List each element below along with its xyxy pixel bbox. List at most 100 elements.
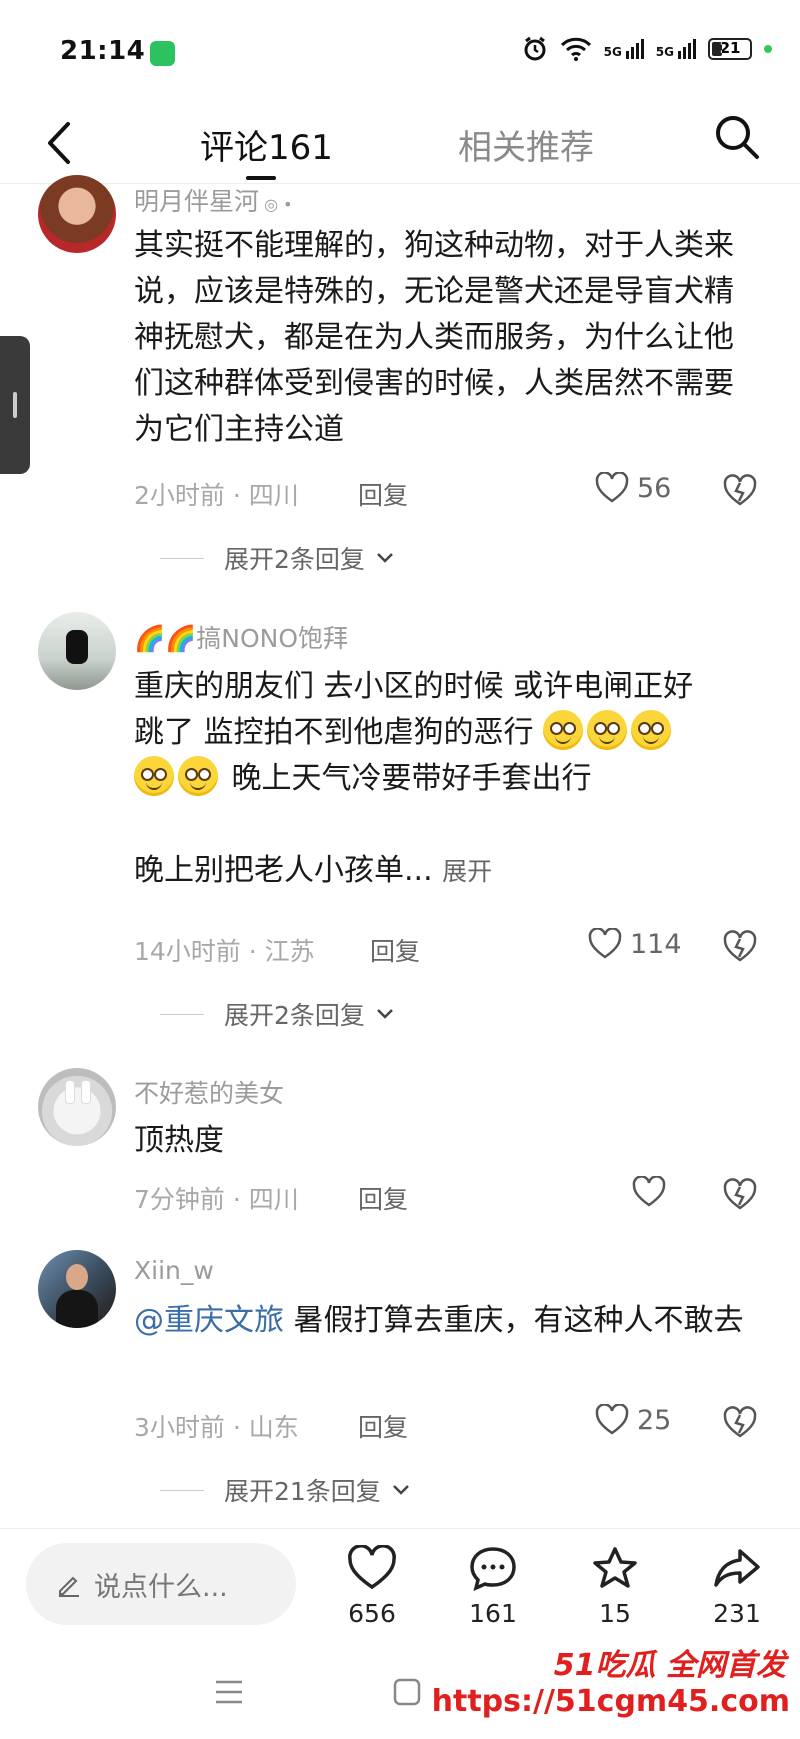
comment-meta: 2小时前 · 四川 — [134, 481, 299, 510]
heart-icon — [588, 928, 622, 959]
divider — [160, 557, 204, 559]
comment-meta: 3小时前 · 山东 — [134, 1413, 299, 1442]
signal-2-icon: 5G — [656, 39, 696, 59]
menu-icon[interactable] — [216, 1680, 242, 1704]
status-time: 21:14 — [60, 36, 146, 66]
favorite-action[interactable]: 15 — [570, 1545, 660, 1628]
header-divider — [0, 183, 800, 184]
like-count: 25 — [637, 1404, 672, 1436]
mention-link[interactable]: @重庆文旅 — [134, 1303, 284, 1338]
privacy-dot — [764, 45, 772, 53]
heart-icon — [632, 1176, 666, 1207]
expand-text-link[interactable]: 展开 — [442, 857, 492, 886]
avatar[interactable] — [38, 175, 116, 253]
dislike-broken-heart-icon[interactable] — [722, 474, 758, 508]
avatar-face — [66, 1264, 88, 1290]
like-button[interactable] — [632, 1176, 666, 1208]
like-button[interactable]: 25 — [595, 1404, 671, 1436]
comment-username-text: 明月伴星河 — [134, 187, 260, 216]
home-square-icon[interactable] — [393, 1678, 421, 1706]
dislike-broken-heart-icon[interactable] — [722, 930, 758, 964]
comment-body: @重庆文旅 暑假打算去重庆，有这种人不敢去 — [134, 1298, 754, 1344]
comment-bubble-icon — [470, 1547, 516, 1592]
avatar-figure — [66, 630, 88, 664]
comment-meta: 14小时前 · 江苏 — [134, 937, 315, 966]
reply-button[interactable]: 回复 — [358, 1408, 408, 1444]
dislike-broken-heart-icon[interactable] — [722, 1406, 758, 1440]
comment-line: 晚上别把老人小孩单... — [134, 853, 433, 888]
watermark-url: https://51cgm45.com — [431, 1684, 790, 1719]
like-action[interactable]: 656 — [327, 1544, 417, 1628]
tab-related[interactable]: 相关推荐 — [458, 120, 594, 169]
like-button[interactable]: 114 — [588, 928, 682, 960]
expand-replies[interactable]: 展开2条回复 — [160, 996, 395, 1032]
tab-comments[interactable]: 评论161 — [200, 120, 333, 169]
heart-icon — [595, 472, 629, 503]
comment-input[interactable]: 说点什么... — [26, 1543, 296, 1625]
watermark-title: 51吃瓜 全网首发 — [553, 1648, 786, 1683]
comment-body: 顶热度 — [134, 1123, 224, 1158]
pencil-icon — [59, 1576, 79, 1597]
avatar-bunny-ear — [65, 1080, 75, 1104]
expand-replies-label: 展开2条回复 — [224, 545, 365, 574]
chevron-down-icon — [377, 553, 393, 563]
avatar-bunny-ear — [81, 1080, 91, 1104]
wechat-notification-icon — [150, 41, 175, 66]
avatar[interactable] — [38, 1250, 116, 1328]
comment-username[interactable]: 明月伴星河 ◎ • — [134, 182, 293, 218]
battery-icon: 21 — [708, 38, 752, 60]
alarm-icon — [524, 36, 546, 61]
comment-username[interactable]: 🌈🌈搞NONO饱拜 — [134, 619, 348, 655]
share-total: 231 — [713, 1599, 761, 1628]
avatar-body — [56, 1290, 98, 1328]
comment-line-with-emoji: 晚上天气冷要带好手套出行 — [134, 756, 754, 802]
like-total: 656 — [348, 1599, 396, 1628]
comment-body: 其实挺不能理解的，狗这种动物，对于人类来说，应该是特殊的，无论是警犬还是导盲犬精… — [134, 228, 734, 447]
dislike-broken-heart-icon[interactable] — [722, 1178, 758, 1212]
comment-username[interactable]: Xiin_w — [134, 1256, 214, 1285]
smile-emoji-icon — [631, 710, 672, 750]
avatar[interactable] — [38, 1068, 116, 1146]
divider — [160, 1013, 204, 1015]
active-tab-indicator — [246, 176, 276, 180]
favorite-total: 15 — [599, 1599, 631, 1628]
signal-1-label: 5G — [603, 45, 622, 59]
comment-line-with-emoji: 跳了 监控拍不到他虐狗的恶行 — [134, 710, 754, 756]
comment-text: 暑假打算去重庆，有这种人不敢去 — [284, 1303, 744, 1338]
expand-replies-label: 展开2条回复 — [224, 1001, 365, 1030]
reply-button[interactable]: 回复 — [358, 1180, 408, 1216]
comment-meta: 7分钟前 · 四川 — [134, 1185, 299, 1214]
like-count: 56 — [637, 472, 672, 504]
reply-button[interactable]: 回复 — [358, 476, 408, 512]
expand-replies[interactable]: 展开21条回复 — [160, 1472, 411, 1508]
comment-total: 161 — [469, 1599, 517, 1628]
search-icon[interactable] — [712, 112, 762, 162]
smile-emoji-icon — [543, 710, 584, 750]
smile-emoji-icon — [587, 710, 628, 750]
reply-button[interactable]: 回复 — [370, 932, 420, 968]
signal-1-icon: 5G — [604, 39, 644, 59]
back-arrow-icon[interactable] — [40, 118, 80, 168]
bottom-divider — [0, 1528, 800, 1529]
comment-line: 重庆的朋友们 去小区的时候 或许电闸正好 — [134, 669, 694, 704]
heart-icon — [595, 1404, 629, 1435]
comment-action[interactable]: 161 — [448, 1545, 538, 1628]
divider — [160, 1489, 204, 1491]
expand-replies-label: 展开21条回复 — [224, 1477, 381, 1506]
chevron-down-icon — [392, 1485, 409, 1495]
signal-2-label: 5G — [655, 45, 674, 59]
star-icon — [593, 1547, 637, 1588]
expand-replies[interactable]: 展开2条回复 — [160, 540, 395, 576]
comment-line: 晚上天气冷要带好手套出行 — [231, 761, 592, 796]
avatar[interactable] — [38, 612, 116, 690]
like-button[interactable]: 56 — [595, 472, 671, 504]
comment-input-placeholder: 说点什么... — [94, 1571, 228, 1603]
heart-icon — [348, 1544, 396, 1590]
comment-username[interactable]: 不好惹的美女 — [134, 1074, 284, 1110]
smile-emoji-icon — [178, 756, 218, 796]
side-panel-handle[interactable] — [0, 336, 30, 474]
smile-emoji-icon — [134, 756, 174, 796]
comment-line: 跳了 监控拍不到他虐狗的恶行 — [134, 715, 534, 750]
chevron-down-icon — [377, 1009, 393, 1019]
share-action[interactable]: 231 — [692, 1545, 782, 1628]
